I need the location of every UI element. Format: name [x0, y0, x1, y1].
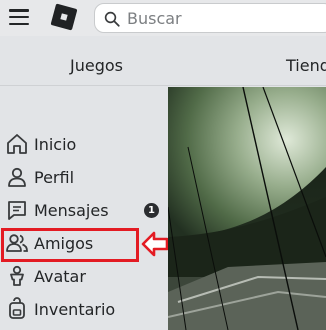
- sidebar-item-label: Inventario: [34, 299, 116, 319]
- search-input[interactable]: [127, 4, 326, 32]
- notification-badge: 1: [144, 202, 159, 218]
- inventory-icon: [9, 297, 25, 319]
- sidebar-item-inicio[interactable]: Inicio: [0, 129, 168, 159]
- arrow-left-icon: [141, 231, 169, 257]
- sidebar-item-label: Avatar: [34, 266, 86, 286]
- roblox-logo-icon[interactable]: [50, 3, 78, 31]
- app-root: Juegos Tiend Inicio Perfil Mensajes 1: [0, 0, 326, 330]
- sidebar-item-mensajes[interactable]: Mensajes 1: [0, 195, 168, 225]
- menu-icon[interactable]: [9, 9, 29, 25]
- tab-tienda[interactable]: Tiend: [286, 56, 326, 75]
- sidebar-item-label: Perfil: [34, 167, 75, 187]
- messages-icon: [8, 201, 26, 220]
- sidebar: Inicio Perfil Mensajes 1 Amigos Avatar I…: [0, 87, 169, 330]
- search-box[interactable]: [94, 3, 326, 33]
- top-header: [0, 0, 326, 36]
- game-thumbnail[interactable]: [168, 87, 326, 330]
- avatar-icon: [10, 265, 24, 286]
- sidebar-item-label: Mensajes: [34, 200, 109, 220]
- sidebar-item-avatar[interactable]: Avatar: [0, 261, 168, 291]
- sidebar-item-label: Inicio: [34, 134, 77, 154]
- tab-juegos[interactable]: Juegos: [70, 56, 123, 75]
- game-scene-image: [168, 87, 326, 330]
- highlight-box: [1, 228, 139, 262]
- user-icon: [8, 167, 26, 187]
- sidebar-item-perfil[interactable]: Perfil: [0, 162, 168, 192]
- top-tabs: Juegos Tiend: [0, 36, 326, 86]
- sidebar-item-inventario[interactable]: Inventario: [0, 294, 168, 324]
- home-icon: [7, 134, 27, 154]
- search-icon: [104, 11, 120, 27]
